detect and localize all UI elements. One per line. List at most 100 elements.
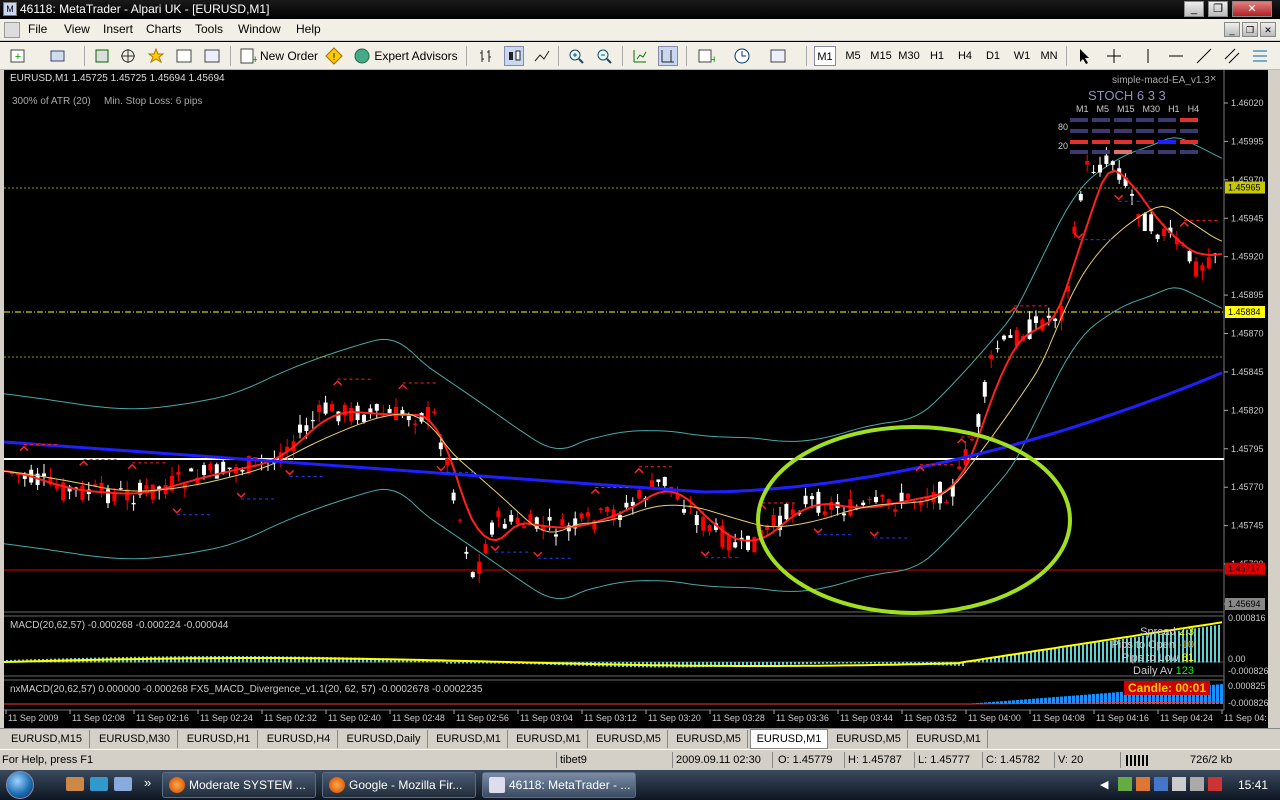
tab-eurusd-h4[interactable]: EURUSD,H4 xyxy=(260,730,338,748)
favorites-icon[interactable] xyxy=(146,46,166,66)
horizontal-line-icon[interactable] xyxy=(1166,46,1186,66)
macd-bar xyxy=(1206,626,1208,663)
fibonacci-icon[interactable] xyxy=(1250,46,1270,66)
menu-view[interactable]: View xyxy=(64,22,90,36)
new-chart-icon[interactable]: + xyxy=(8,46,28,66)
tab-eurusd-m5[interactable]: EURUSD,M5 xyxy=(590,730,668,748)
tab-eurusd-m5[interactable]: EURUSD,M5 xyxy=(670,730,748,748)
indicators-icon[interactable]: + xyxy=(696,46,716,66)
candle-body xyxy=(477,561,482,574)
menu-window[interactable]: Window xyxy=(238,22,281,36)
restore-button[interactable]: ❐ xyxy=(1208,1,1228,17)
warning-icon[interactable]: ! xyxy=(324,46,344,66)
tab-eurusd-h1[interactable]: EURUSD,H1 xyxy=(180,730,258,748)
market-watch-icon[interactable] xyxy=(92,46,112,66)
tab-eurusd-m1-active[interactable]: EURUSD,M1 xyxy=(750,729,828,749)
price-markers: 1.45965 1.45884 1.45717 1.45694 xyxy=(1225,181,1265,610)
minimize-button[interactable]: _ xyxy=(1184,1,1204,17)
templates-icon[interactable] xyxy=(768,46,788,66)
timeframe-w1[interactable]: W1 xyxy=(1010,46,1034,66)
stoch-tf: M5 xyxy=(1096,104,1110,114)
indicator-tick-label: -0.000826 xyxy=(1228,666,1268,676)
volume-icon[interactable] xyxy=(1190,777,1204,791)
timeframe-h4[interactable]: H4 xyxy=(954,46,976,66)
switch-windows-icon[interactable] xyxy=(114,777,132,791)
timeframe-m5[interactable]: M5 xyxy=(842,46,864,66)
show-desktop-icon[interactable] xyxy=(90,777,108,791)
line-chart-icon[interactable] xyxy=(532,46,552,66)
tab-eurusd-m1[interactable]: EURUSD,M1 xyxy=(510,730,588,748)
tab-eurusd-m15[interactable]: EURUSD,M15 xyxy=(4,730,90,748)
tab-eurusd-m30[interactable]: EURUSD,M30 xyxy=(92,730,178,748)
navigator-icon[interactable] xyxy=(118,46,138,66)
trendline-icon[interactable] xyxy=(1194,46,1214,66)
cursor-icon[interactable] xyxy=(1074,46,1094,66)
tray-app-icon[interactable] xyxy=(1154,777,1168,791)
task-moderate-system[interactable]: Moderate SYSTEM ... xyxy=(162,772,316,798)
new-order-button[interactable]: New Order xyxy=(258,45,320,67)
candle-body xyxy=(1149,214,1154,232)
menu-insert[interactable]: Insert xyxy=(103,22,133,36)
timeframe-h1[interactable]: H1 xyxy=(926,46,948,66)
timeframe-m1[interactable]: M1 xyxy=(814,46,836,66)
stoch-title: STOCH 6 3 3 xyxy=(1088,88,1166,103)
stoch-grid xyxy=(1070,118,1198,154)
stoch-level-20: 20 xyxy=(1058,141,1069,151)
menu-file[interactable]: File xyxy=(28,22,47,36)
terminal-icon[interactable] xyxy=(174,46,194,66)
tray-app-icon[interactable] xyxy=(1208,777,1222,791)
menu-charts[interactable]: Charts xyxy=(146,22,181,36)
menu-tools[interactable]: Tools xyxy=(195,22,223,36)
tester-icon[interactable] xyxy=(202,46,222,66)
time-tick-label: 11 Sep 03:28 xyxy=(712,713,765,723)
task-google-firefox[interactable]: Google - Mozilla Fir... xyxy=(322,772,476,798)
quicklaunch-expand-icon[interactable]: » xyxy=(144,775,151,790)
zoom-in-icon[interactable] xyxy=(566,46,586,66)
nxmacd-bar xyxy=(1104,693,1107,704)
child-close-button[interactable]: ✕ xyxy=(1260,22,1276,37)
autoscroll-icon[interactable] xyxy=(630,46,650,66)
expert-advisors-icon[interactable] xyxy=(352,46,372,66)
close-button[interactable]: ✕ xyxy=(1232,1,1272,17)
child-restore-button[interactable]: ❐ xyxy=(1242,22,1258,37)
expert-advisors-button[interactable]: Expert Advisors xyxy=(374,45,458,67)
candle-body xyxy=(893,509,898,512)
channel-icon[interactable] xyxy=(1222,46,1242,66)
tray-app-icon[interactable] xyxy=(1118,777,1132,791)
clock[interactable]: 15:41 xyxy=(1238,778,1268,792)
new-order-icon[interactable]: + xyxy=(238,46,258,66)
tab-eurusd-daily[interactable]: EURUSD,Daily xyxy=(340,730,428,748)
timeframe-m30[interactable]: M30 xyxy=(896,46,922,66)
macd-bar xyxy=(474,662,476,664)
macd-bar xyxy=(1062,647,1064,663)
timeframe-d1[interactable]: D1 xyxy=(982,46,1004,66)
periods-icon[interactable] xyxy=(732,46,752,66)
macd-bar xyxy=(1014,654,1016,663)
tab-eurusd-m1[interactable]: EURUSD,M1 xyxy=(430,730,508,748)
profiles-icon[interactable] xyxy=(48,46,68,66)
bar-chart-icon[interactable] xyxy=(476,46,496,66)
crosshair-icon[interactable] xyxy=(1104,46,1124,66)
macd-bar xyxy=(766,662,768,666)
network-icon[interactable] xyxy=(1172,777,1186,791)
tab-eurusd-m1[interactable]: EURUSD,M1 xyxy=(910,730,988,748)
tab-eurusd-m5[interactable]: EURUSD,M5 xyxy=(830,730,908,748)
ea-close-icon[interactable]: × xyxy=(1210,73,1216,85)
timeframe-mn[interactable]: MN xyxy=(1038,46,1060,66)
zoom-out-icon[interactable] xyxy=(594,46,614,66)
vertical-line-icon[interactable] xyxy=(1138,46,1158,66)
macd-bar xyxy=(838,662,840,664)
tray-expand-icon[interactable]: ◀ xyxy=(1100,778,1108,791)
chart-shift-icon[interactable] xyxy=(658,46,678,66)
candle-chart-icon[interactable] xyxy=(504,46,524,66)
menu-help[interactable]: Help xyxy=(296,22,321,36)
quicklaunch-icon[interactable] xyxy=(66,777,84,791)
tray-app-icon[interactable] xyxy=(1136,777,1150,791)
child-minimize-button[interactable]: _ xyxy=(1224,22,1240,37)
timeframe-m15[interactable]: M15 xyxy=(868,46,894,66)
macd-bar xyxy=(1214,625,1216,663)
chart-window[interactable]: 1.46020 1.45995 1.45970 1.45945 1.45920 1.458… xyxy=(0,70,1268,728)
right-scrollbar[interactable] xyxy=(1268,70,1280,728)
start-button[interactable] xyxy=(6,771,34,799)
task-metatrader[interactable]: 46118: MetaTrader - ... xyxy=(482,772,636,798)
